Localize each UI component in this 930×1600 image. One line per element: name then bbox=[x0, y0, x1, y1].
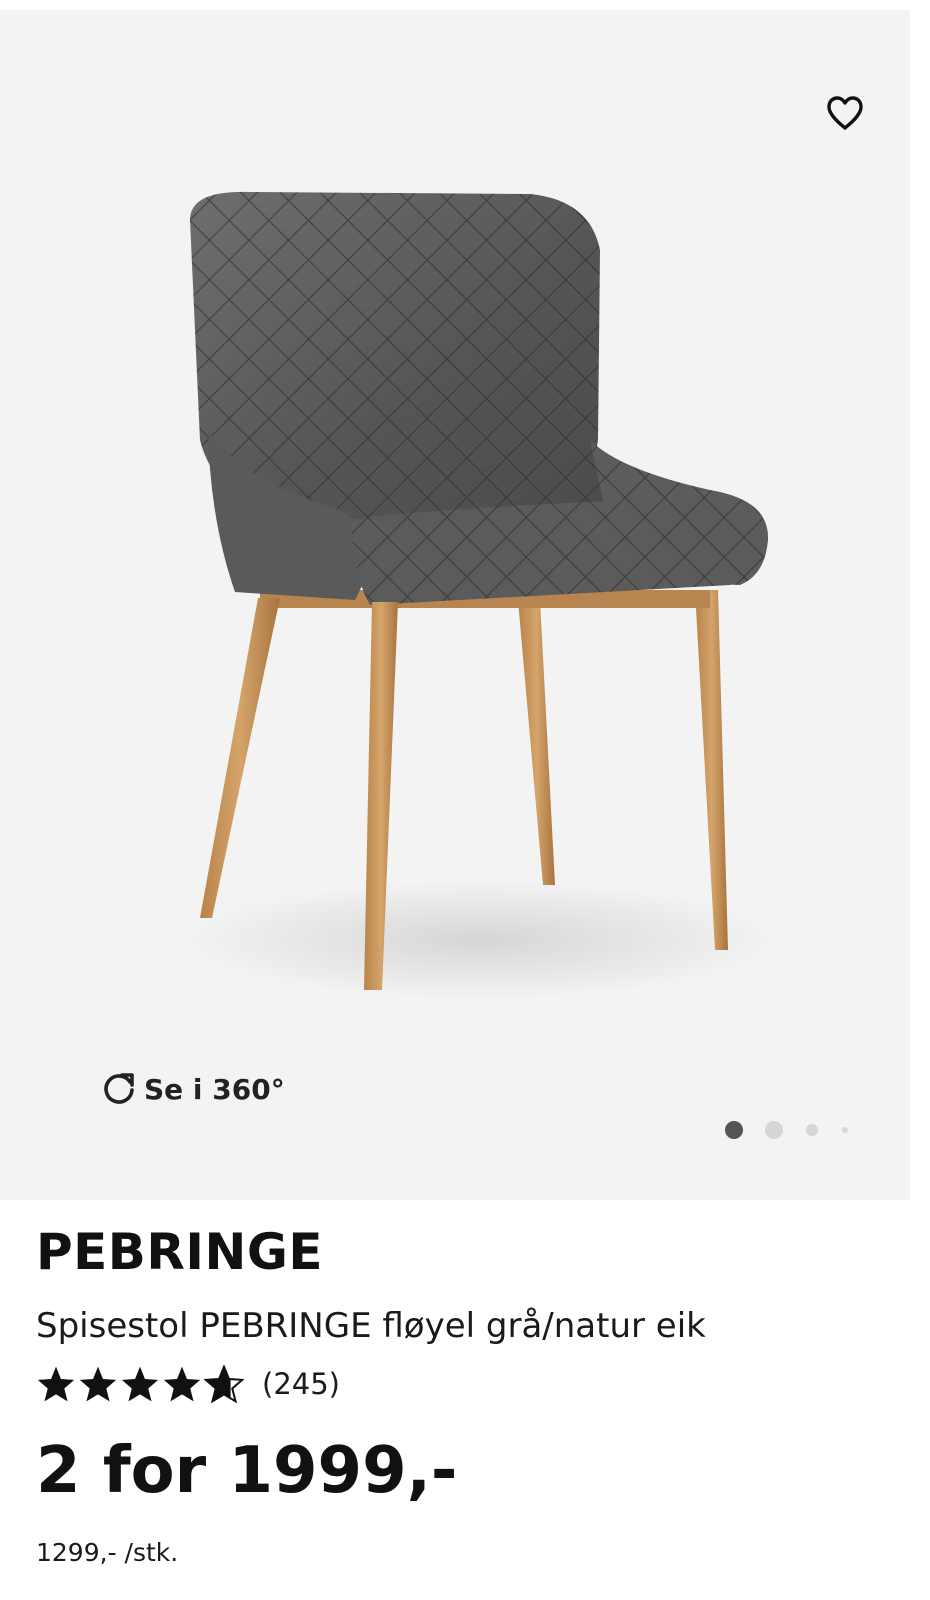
product-image-gallery[interactable]: Se i 360° bbox=[0, 10, 910, 1200]
view-360-label: Se i 360° bbox=[144, 1072, 285, 1106]
product-image bbox=[180, 191, 780, 1000]
product-subtitle: Spisestol PEBRINGE fløyel grå/natur eik bbox=[36, 1306, 706, 1346]
product-rating[interactable]: (245) bbox=[36, 1362, 896, 1406]
star-icon bbox=[163, 1366, 201, 1402]
rotate-360-icon bbox=[104, 1073, 134, 1104]
carousel-dot-1[interactable] bbox=[725, 1121, 743, 1139]
product-info: PEBRINGE Spisestol PEBRINGE fløyel grå/n… bbox=[36, 1222, 896, 1567]
star-partial-icon bbox=[204, 1365, 244, 1403]
view-360-button[interactable]: Se i 360° bbox=[100, 1070, 285, 1108]
product-price: 2 for 1999,- bbox=[36, 1434, 458, 1508]
product-brand: PEBRINGE bbox=[36, 1223, 324, 1281]
carousel-dot-4[interactable] bbox=[842, 1127, 848, 1133]
star-rating bbox=[36, 1365, 244, 1403]
carousel-pagination bbox=[725, 1120, 875, 1140]
unit-price: 1299,- /stk. bbox=[36, 1538, 179, 1567]
carousel-dot-2[interactable] bbox=[765, 1121, 783, 1139]
carousel-dot-3[interactable] bbox=[806, 1124, 818, 1136]
star-icon bbox=[121, 1366, 159, 1402]
star-icon bbox=[79, 1366, 117, 1402]
review-count: (245) bbox=[262, 1367, 340, 1401]
star-icon bbox=[37, 1366, 75, 1402]
heart-outline-icon bbox=[827, 96, 863, 130]
favorite-button[interactable] bbox=[820, 88, 870, 138]
